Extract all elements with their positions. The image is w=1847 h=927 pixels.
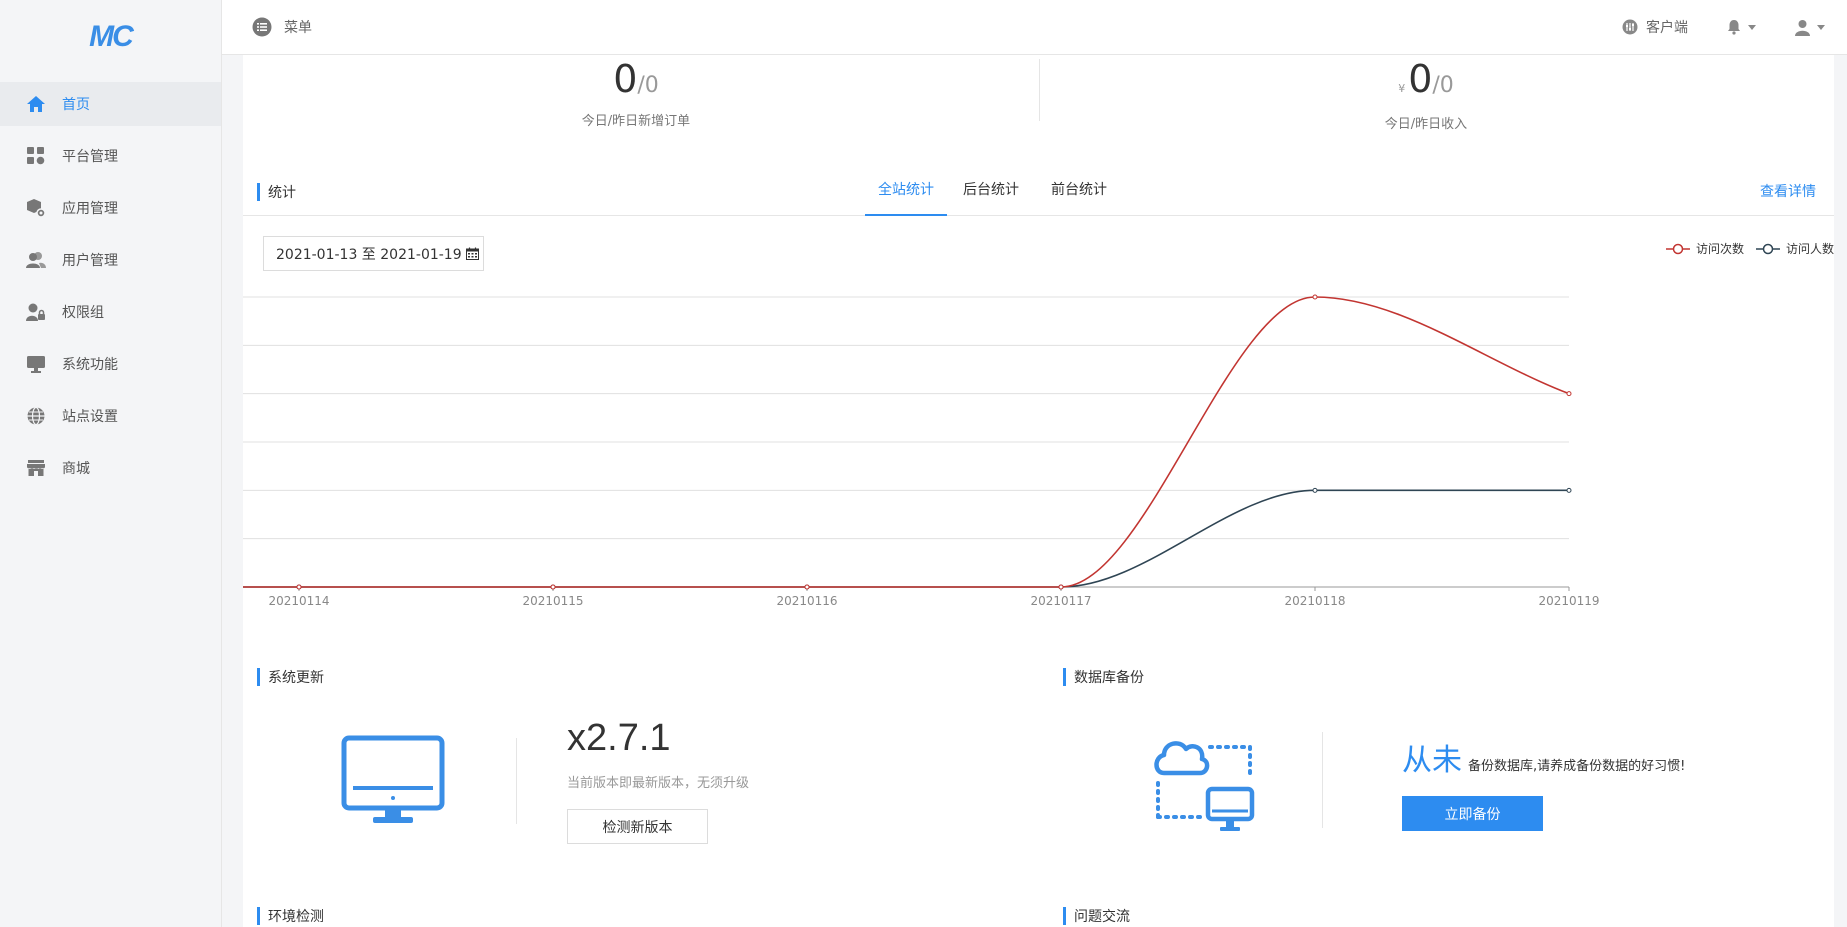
section-title-text: 系统更新 — [268, 670, 324, 686]
system-update-illustration — [341, 735, 445, 829]
client-label: 客户端 — [1646, 20, 1688, 36]
list-circle-icon — [252, 17, 272, 37]
data-point — [1566, 391, 1572, 397]
sliders-icon — [1622, 19, 1638, 35]
data-point — [804, 584, 810, 590]
data-point — [296, 584, 302, 590]
data-point — [1058, 584, 1064, 590]
sidebar-item-apps[interactable]: 应用管理 — [0, 186, 221, 230]
bell-icon — [1728, 20, 1740, 35]
section-accent-bar — [257, 907, 260, 925]
backup-status-value: 从未 — [1402, 743, 1462, 778]
version-description: 当前版本即最新版本，无须升级 — [567, 776, 750, 791]
sidebar-item-label: 系统功能 — [62, 357, 118, 373]
globe-icon — [26, 406, 46, 426]
user-lock-icon — [26, 302, 46, 322]
sidebar-item-permission-group[interactable]: 权限组 — [0, 290, 221, 334]
x-tick-label: 20210119 — [1538, 594, 1599, 608]
monitor-icon — [341, 735, 445, 823]
qa-title: 问题交流 — [1063, 906, 1130, 926]
monitor-icon — [26, 354, 46, 374]
backup-status: 从未 备份数据库,请养成备份数据的好习惯! — [1402, 735, 1685, 779]
user-icon — [1795, 19, 1810, 36]
sidebar: MC 首页 平台管理 应用管理 用户管理 权限组 系统功能 站点设置 商城 — [0, 0, 222, 927]
data-point — [1312, 487, 1318, 493]
x-tick-label: 20210114 — [268, 594, 329, 608]
sidebar-item-site-settings[interactable]: 站点设置 — [0, 394, 221, 438]
sidebar-item-label: 平台管理 — [62, 149, 118, 165]
sidebar-item-label: 应用管理 — [62, 201, 118, 217]
chevron-down-icon — [1817, 24, 1825, 30]
update-divider — [516, 738, 517, 824]
sidebar-item-platform[interactable]: 平台管理 — [0, 134, 221, 178]
x-tick-label: 20210115 — [522, 594, 583, 608]
backup-now-button[interactable]: 立即备份 — [1402, 796, 1543, 831]
sidebar-item-label: 用户管理 — [62, 253, 118, 269]
chevron-down-icon — [1748, 24, 1756, 30]
home-icon — [26, 94, 46, 114]
db-backup-illustration — [1152, 733, 1256, 837]
data-point — [1312, 294, 1318, 300]
system-update-title: 系统更新 — [257, 667, 324, 687]
visits-line-chart: 00.511.522.53202101132021011420210115202… — [243, 294, 1600, 608]
data-point — [550, 584, 556, 590]
section-accent-bar — [257, 668, 260, 686]
sidebar-item-label: 站点设置 — [62, 409, 118, 425]
notifications-button[interactable] — [1726, 19, 1756, 35]
x-tick-label: 20210117 — [1030, 594, 1091, 608]
dashboard-content: 0/0 今日/昨日新增订单 ¥0/0 今日/昨日收入 统计 全站统计 后台统计 … — [243, 55, 1834, 927]
sidebar-item-users[interactable]: 用户管理 — [0, 238, 221, 282]
section-title-text: 数据库备份 — [1074, 670, 1144, 686]
x-tick-label: 20210116 — [776, 594, 837, 608]
check-version-button[interactable]: 检测新版本 — [567, 809, 708, 844]
sidebar-item-system[interactable]: 系统功能 — [0, 342, 221, 386]
user-menu-button[interactable] — [1794, 19, 1825, 36]
logo[interactable]: MC — [0, 0, 221, 74]
sidebar-item-label: 权限组 — [62, 305, 104, 321]
x-tick-label: 20210118 — [1284, 594, 1345, 608]
backup-divider — [1322, 732, 1323, 828]
section-title-text: 环境检测 — [268, 909, 324, 925]
package-gear-icon — [26, 198, 46, 218]
sidebar-item-label: 首页 — [62, 97, 90, 113]
backup-tip: 备份数据库,请养成备份数据的好习惯! — [1468, 759, 1686, 774]
data-point — [1566, 487, 1572, 493]
db-backup-title: 数据库备份 — [1063, 667, 1144, 687]
section-title-text: 问题交流 — [1074, 909, 1130, 925]
version-number: x2.7.1 — [567, 717, 671, 759]
apps-grid-icon — [26, 146, 46, 166]
section-accent-bar — [1063, 668, 1066, 686]
topbar: 菜单 客户端 — [222, 0, 1847, 55]
env-check-title: 环境检测 — [257, 906, 324, 926]
sidebar-item-label: 商城 — [62, 461, 90, 477]
menu-toggle-button[interactable]: 菜单 — [252, 17, 312, 37]
store-icon — [26, 458, 46, 478]
users-icon — [26, 250, 46, 270]
section-accent-bar — [1063, 907, 1066, 925]
logo-text: MC — [89, 20, 134, 53]
menu-toggle-label: 菜单 — [284, 20, 312, 36]
cloud-sync-icon — [1154, 741, 1255, 831]
client-button[interactable]: 客户端 — [1622, 17, 1688, 37]
sidebar-item-home[interactable]: 首页 — [0, 82, 221, 126]
sidebar-item-mall[interactable]: 商城 — [0, 446, 221, 490]
